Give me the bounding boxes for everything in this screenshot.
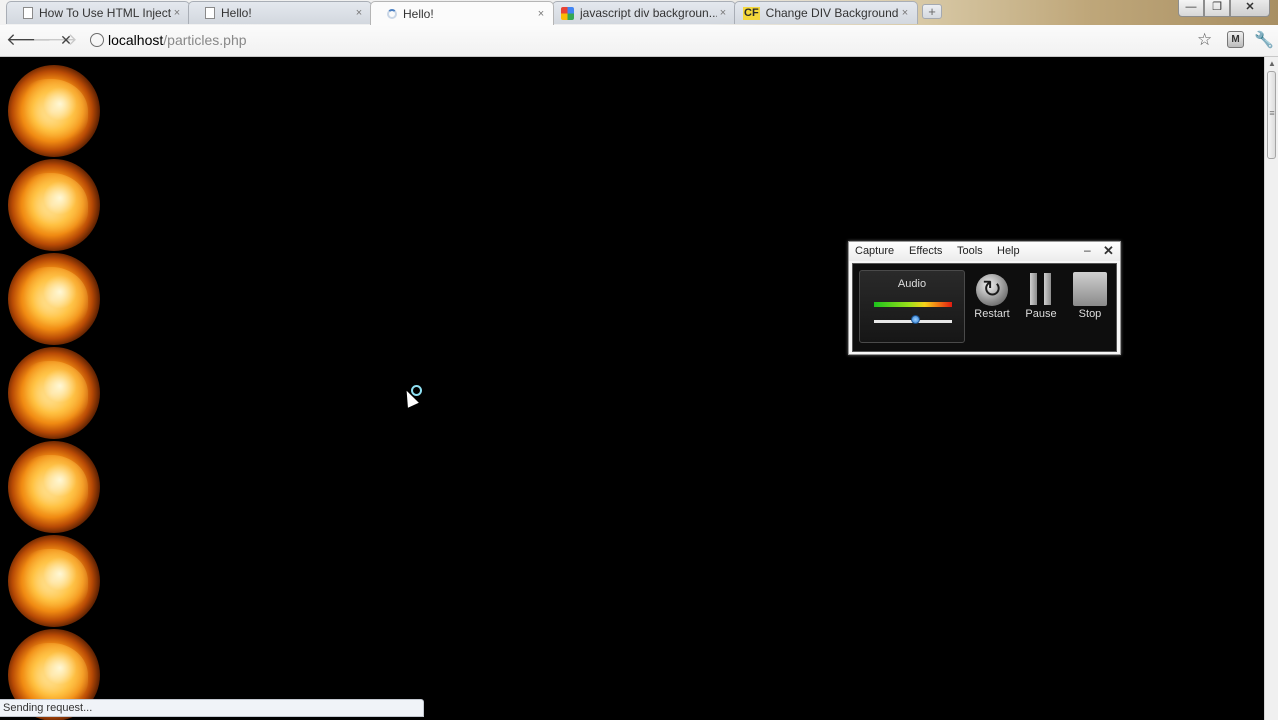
- stop-loading-icon[interactable]: ✕: [57, 31, 75, 49]
- tab-title: Hello!: [221, 6, 252, 20]
- tab-title: Hello!: [403, 6, 434, 21]
- close-window-button[interactable]: ✕: [1230, 0, 1270, 17]
- window-controls: — ❐ ✕: [1178, 0, 1270, 17]
- page-viewport: [0, 57, 1264, 720]
- menu-capture[interactable]: Capture: [855, 245, 894, 257]
- forward-arrow-icon[interactable]: 🡒: [32, 31, 78, 49]
- url-text: localhost/particles.php: [108, 30, 247, 51]
- audio-label: Audio: [897, 278, 927, 290]
- tab-2-active[interactable]: Hello! ×: [370, 1, 554, 25]
- pause-label: Pause: [1025, 308, 1057, 320]
- maximize-window-button[interactable]: ❐: [1204, 0, 1230, 17]
- status-bubble: Sending request...: [0, 699, 424, 717]
- tab-close-icon[interactable]: ×: [899, 7, 911, 19]
- restart-label: Restart: [974, 308, 1010, 320]
- recorder-close-icon[interactable]: ✕: [1103, 243, 1114, 259]
- tab-close-icon[interactable]: ×: [535, 8, 547, 20]
- fire-particle: [8, 253, 100, 345]
- tab-title: javascript div backgroun...: [580, 6, 717, 20]
- google-icon: [561, 6, 574, 20]
- menu-tools[interactable]: Tools: [957, 245, 983, 257]
- restart-icon: [976, 274, 1008, 306]
- scroll-up-arrow-icon[interactable]: ▲: [1267, 59, 1277, 68]
- scrollbar-thumb[interactable]: [1267, 71, 1276, 159]
- tab-3[interactable]: javascript div backgroun... ×: [552, 1, 736, 24]
- extension-icon[interactable]: M: [1227, 31, 1244, 48]
- tab-title: How To Use HTML Inject...: [39, 6, 171, 20]
- tab-title: Change DIV Background ...: [765, 6, 899, 20]
- audio-box: Audio: [859, 270, 965, 343]
- tab-close-icon[interactable]: ×: [171, 7, 183, 19]
- back-arrow-icon[interactable]: 🡐: [6, 31, 52, 49]
- page-icon: [205, 7, 215, 19]
- screen-recorder-widget: Capture Effects Tools Help – ✕ Audio Res…: [848, 241, 1121, 355]
- menu-help[interactable]: Help: [997, 245, 1020, 257]
- minimize-window-button[interactable]: —: [1178, 0, 1204, 17]
- recorder-control-panel: Audio Restart Pause Stop: [852, 263, 1117, 352]
- fire-particle: [8, 347, 100, 439]
- url-host: localhost: [108, 32, 164, 48]
- recorder-menu-bar: Capture Effects Tools Help – ✕: [849, 242, 1120, 261]
- wrench-menu-icon[interactable]: 🔧: [1254, 30, 1274, 50]
- pause-icon: [1019, 270, 1063, 308]
- stop-label: Stop: [1078, 308, 1102, 320]
- busy-cursor-icon: [411, 385, 422, 396]
- stop-icon: [1073, 272, 1107, 306]
- tab-strip: How To Use HTML Inject... × Hello! × Hel…: [0, 0, 1278, 25]
- vertical-scrollbar[interactable]: ▲: [1264, 57, 1278, 720]
- new-tab-button[interactable]: +: [922, 4, 942, 19]
- tab-close-icon[interactable]: ×: [717, 7, 729, 19]
- page-icon: [23, 7, 33, 19]
- recorder-minimize-icon[interactable]: –: [1084, 243, 1091, 257]
- fire-particle: [8, 441, 100, 533]
- tab-1[interactable]: Hello! ×: [188, 1, 372, 24]
- url-path: /particles.php: [163, 32, 247, 48]
- cf-icon: CF: [743, 6, 760, 20]
- audio-level-meter: [874, 302, 952, 307]
- tab-0[interactable]: How To Use HTML Inject... ×: [6, 1, 190, 24]
- browser-toolbar: 🡐 🡒 ✕ localhost/particles.php ☆ M 🔧: [0, 25, 1278, 57]
- fire-particle: [8, 159, 100, 251]
- tab-4[interactable]: CF Change DIV Background ... ×: [734, 1, 918, 24]
- menu-effects[interactable]: Effects: [909, 245, 942, 257]
- stop-button[interactable]: Stop: [1068, 270, 1112, 320]
- bookmark-star-icon[interactable]: ☆: [1197, 30, 1212, 50]
- pause-button[interactable]: Pause: [1019, 270, 1063, 320]
- fire-particle: [8, 535, 100, 627]
- loading-spinner-icon: [387, 8, 397, 19]
- address-bar[interactable]: localhost/particles.php: [86, 30, 1192, 51]
- fire-particle: [8, 65, 100, 157]
- tab-close-icon[interactable]: ×: [353, 7, 365, 19]
- restart-button[interactable]: Restart: [970, 270, 1014, 320]
- globe-icon: [90, 33, 104, 47]
